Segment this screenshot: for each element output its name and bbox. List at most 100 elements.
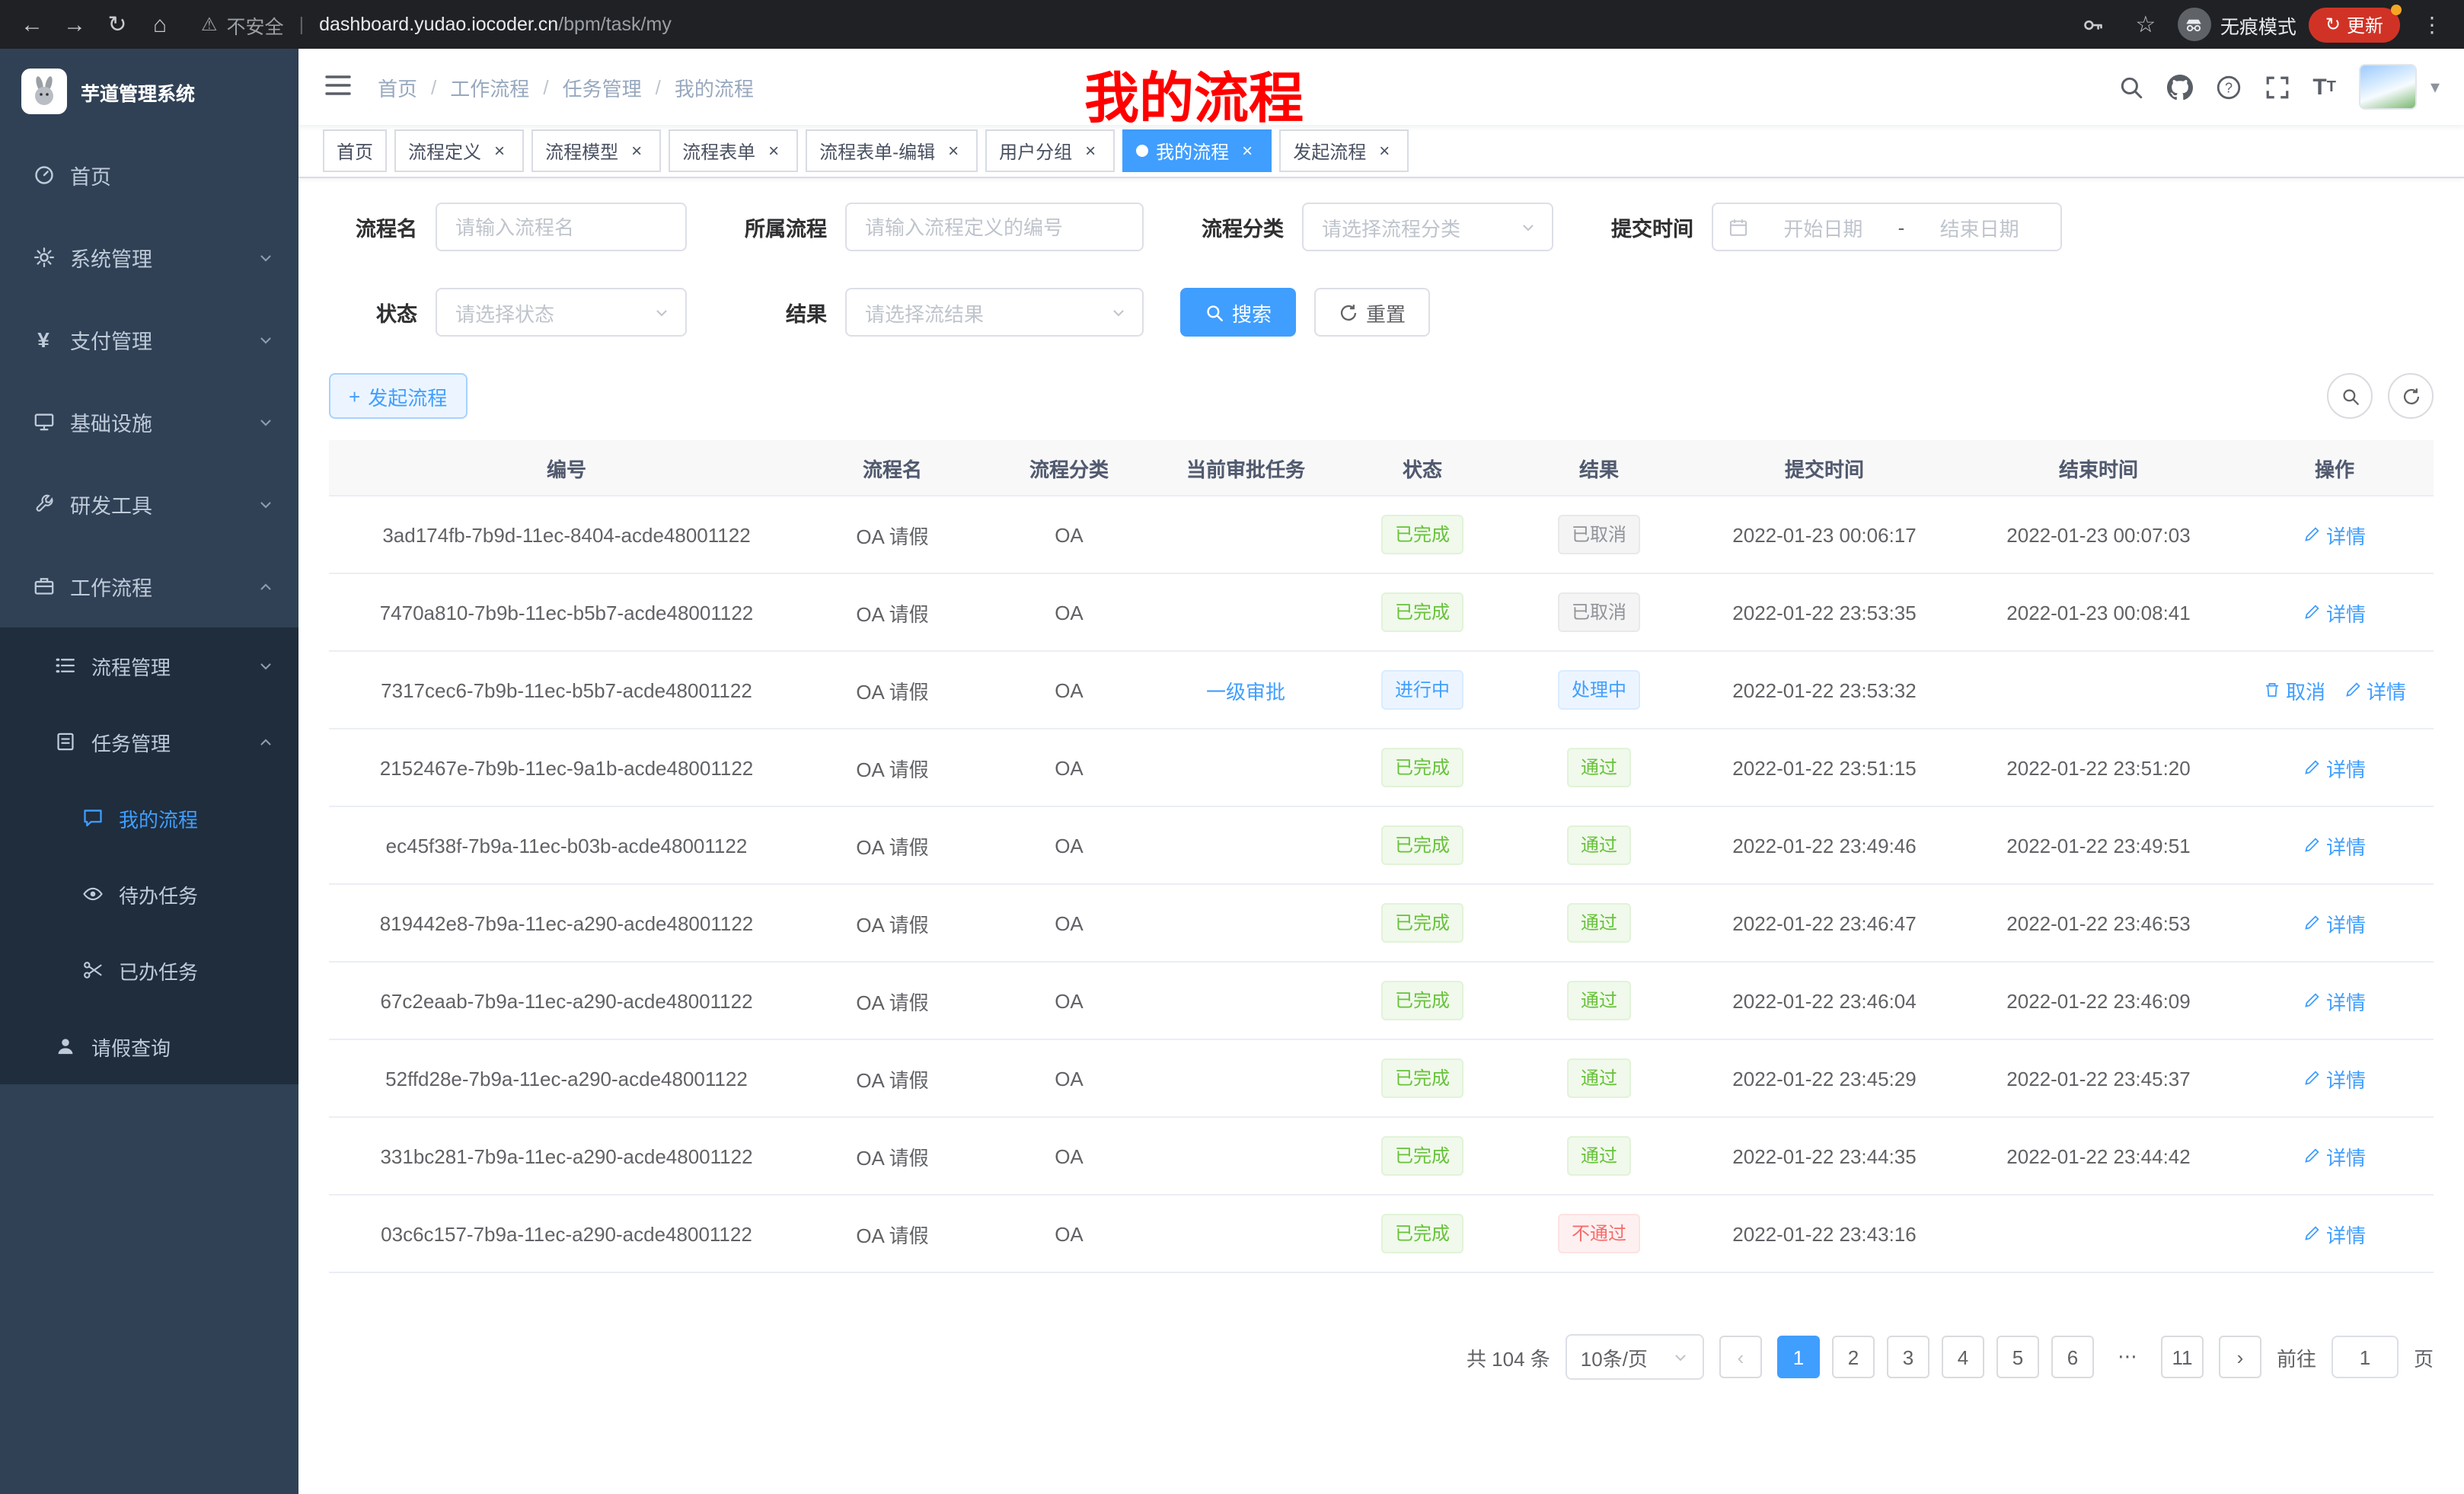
sidebar-toggle-button[interactable] xyxy=(323,70,356,104)
pagination-page-11[interactable]: 11 xyxy=(2161,1336,2204,1378)
key-icon[interactable] xyxy=(2074,5,2114,44)
user-icon xyxy=(52,1036,78,1057)
pagination-page-1[interactable]: 1 xyxy=(1777,1336,1820,1378)
current-task-link[interactable]: 一级审批 xyxy=(1206,680,1285,703)
column-header: 结束时间 xyxy=(1961,440,2236,496)
browser-back-button[interactable]: ← xyxy=(12,5,52,44)
search-button[interactable]: 搜索 xyxy=(1180,288,1296,337)
breadcrumb-item-task-management[interactable]: 任务管理 xyxy=(563,72,642,101)
close-icon[interactable]: × xyxy=(489,140,510,161)
pagination-page-6[interactable]: 6 xyxy=(2051,1336,2094,1378)
create-process-button[interactable]: + 发起流程 xyxy=(329,373,467,419)
browser-menu-icon[interactable]: ⋮ xyxy=(2412,5,2452,44)
detail-link[interactable]: 详情 xyxy=(2303,520,2366,549)
detail-link[interactable]: 详情 xyxy=(2303,986,2366,1015)
sidebar-item-workflow[interactable]: 工作流程 xyxy=(0,545,298,627)
search-toggle-button[interactable] xyxy=(2327,373,2373,419)
pagination-next-button[interactable]: › xyxy=(2219,1336,2261,1378)
edit-icon xyxy=(2303,991,2322,1010)
sidebar-item-payment[interactable]: ¥支付管理 xyxy=(0,298,298,381)
sidebar-item-process-management[interactable]: 流程管理 xyxy=(0,627,298,704)
sidebar-item-home[interactable]: 首页 xyxy=(0,134,298,216)
tab-process-form[interactable]: 流程表单× xyxy=(669,129,798,172)
font-size-icon[interactable]: TT xyxy=(2312,74,2336,100)
fullscreen-icon[interactable] xyxy=(2264,74,2290,100)
sidebar-item-system[interactable]: 系统管理 xyxy=(0,216,298,298)
close-icon[interactable]: × xyxy=(1080,140,1101,161)
tab-start-process[interactable]: 发起流程× xyxy=(1279,129,1409,172)
sidebar-item-task-management[interactable]: 任务管理 xyxy=(0,704,298,780)
result-label: 结果 xyxy=(723,297,845,327)
help-icon[interactable]: ? xyxy=(2215,74,2241,100)
process-name-input[interactable] xyxy=(436,203,687,251)
user-avatar[interactable] xyxy=(2359,64,2417,110)
sidebar-item-leave-query[interactable]: 请假查询 xyxy=(0,1008,298,1084)
app-logo[interactable]: 芋道管理系统 xyxy=(0,49,298,134)
detail-link[interactable]: 详情 xyxy=(2303,1141,2366,1170)
submit-time-range-picker[interactable]: 开始日期 - 结束日期 xyxy=(1712,203,2062,251)
category-select[interactable]: 请选择流程分类 xyxy=(1302,203,1553,251)
pagination-page-4[interactable]: 4 xyxy=(1942,1336,1984,1378)
cell-status: 已完成 xyxy=(1334,573,1511,651)
close-icon[interactable]: × xyxy=(626,140,647,161)
status-tag: 已完成 xyxy=(1381,981,1463,1020)
detail-link[interactable]: 详情 xyxy=(2344,675,2406,704)
sidebar-item-infrastructure[interactable]: 基础设施 xyxy=(0,381,298,463)
breadcrumb-item-current: 我的流程 xyxy=(675,72,754,101)
close-icon[interactable]: × xyxy=(1237,140,1258,161)
status-select[interactable]: 请选择状态 xyxy=(436,288,687,337)
close-icon[interactable]: × xyxy=(1374,140,1395,161)
process-definition-input[interactable] xyxy=(845,203,1144,251)
pagination-more[interactable]: ⋯ xyxy=(2106,1336,2149,1378)
tab-home[interactable]: 首页 xyxy=(323,129,387,172)
result-select[interactable]: 请选择流结果 xyxy=(845,288,1144,337)
search-icon[interactable] xyxy=(2118,74,2143,100)
sidebar-item-my-process[interactable]: 我的流程 xyxy=(0,780,298,856)
cancel-link[interactable]: 取消 xyxy=(2263,675,2325,704)
tab-user-group[interactable]: 用户分组× xyxy=(985,129,1115,172)
sidebar-item-todo-task[interactable]: 待办任务 xyxy=(0,856,298,932)
status-tag: 已完成 xyxy=(1381,592,1463,632)
close-icon[interactable]: × xyxy=(943,140,964,161)
bookmark-star-icon[interactable]: ☆ xyxy=(2126,5,2166,44)
detail-link[interactable]: 详情 xyxy=(2303,831,2366,860)
tab-my-process[interactable]: 我的流程× xyxy=(1122,129,1272,172)
detail-link[interactable]: 详情 xyxy=(2303,1064,2366,1093)
goto-page-input[interactable] xyxy=(2332,1336,2399,1378)
result-tag: 通过 xyxy=(1567,1058,1631,1098)
browser-reload-button[interactable]: ↻ xyxy=(97,5,137,44)
close-icon[interactable]: × xyxy=(763,140,784,161)
pagination-prev-button[interactable]: ‹ xyxy=(1719,1336,1762,1378)
incognito-profile[interactable]: 无痕模式 xyxy=(2178,8,2296,41)
edit-icon xyxy=(2303,836,2322,854)
refresh-button[interactable] xyxy=(2388,373,2434,419)
breadcrumb-item-workflow[interactable]: 工作流程 xyxy=(450,72,529,101)
update-button[interactable]: ↻ 更新 xyxy=(2309,7,2400,42)
cell-process-id: 331bc281-7b9a-11ec-a290-acde48001122 xyxy=(329,1117,804,1195)
eye-icon xyxy=(79,883,105,905)
column-header: 编号 xyxy=(329,440,804,496)
tab-process-form-edit[interactable]: 流程表单-编辑× xyxy=(806,129,978,172)
breadcrumb-item-home[interactable]: 首页 xyxy=(378,72,417,101)
detail-link[interactable]: 详情 xyxy=(2303,753,2366,782)
browser-home-button[interactable]: ⌂ xyxy=(140,5,180,44)
tab-process-definition[interactable]: 流程定义× xyxy=(394,129,524,172)
detail-link[interactable]: 详情 xyxy=(2303,598,2366,627)
pagination-page-5[interactable]: 5 xyxy=(1996,1336,2039,1378)
detail-link[interactable]: 详情 xyxy=(2303,908,2366,937)
cell-process-id: 03c6c157-7b9a-11ec-a290-acde48001122 xyxy=(329,1195,804,1272)
cell-submit-time: 2022-01-23 00:06:17 xyxy=(1687,496,1961,573)
pagination-page-2[interactable]: 2 xyxy=(1832,1336,1875,1378)
cell-process-name: OA 请假 xyxy=(804,962,981,1039)
pagination-page-3[interactable]: 3 xyxy=(1887,1336,1929,1378)
tab-process-model[interactable]: 流程模型× xyxy=(531,129,661,172)
cell-category: OA xyxy=(981,962,1157,1039)
browser-forward-button[interactable]: → xyxy=(55,5,94,44)
reset-button[interactable]: 重置 xyxy=(1314,288,1430,337)
page-size-select[interactable]: 10条/页 xyxy=(1566,1334,1704,1380)
github-icon[interactable] xyxy=(2166,74,2192,100)
address-bar[interactable]: ⚠ 不安全 | dashboard.yudao.iocoder.cn/bpm/t… xyxy=(201,10,672,39)
detail-link[interactable]: 详情 xyxy=(2303,1219,2366,1248)
sidebar-item-done-task[interactable]: 已办任务 xyxy=(0,932,298,1008)
sidebar-item-devtools[interactable]: 研发工具 xyxy=(0,463,298,545)
